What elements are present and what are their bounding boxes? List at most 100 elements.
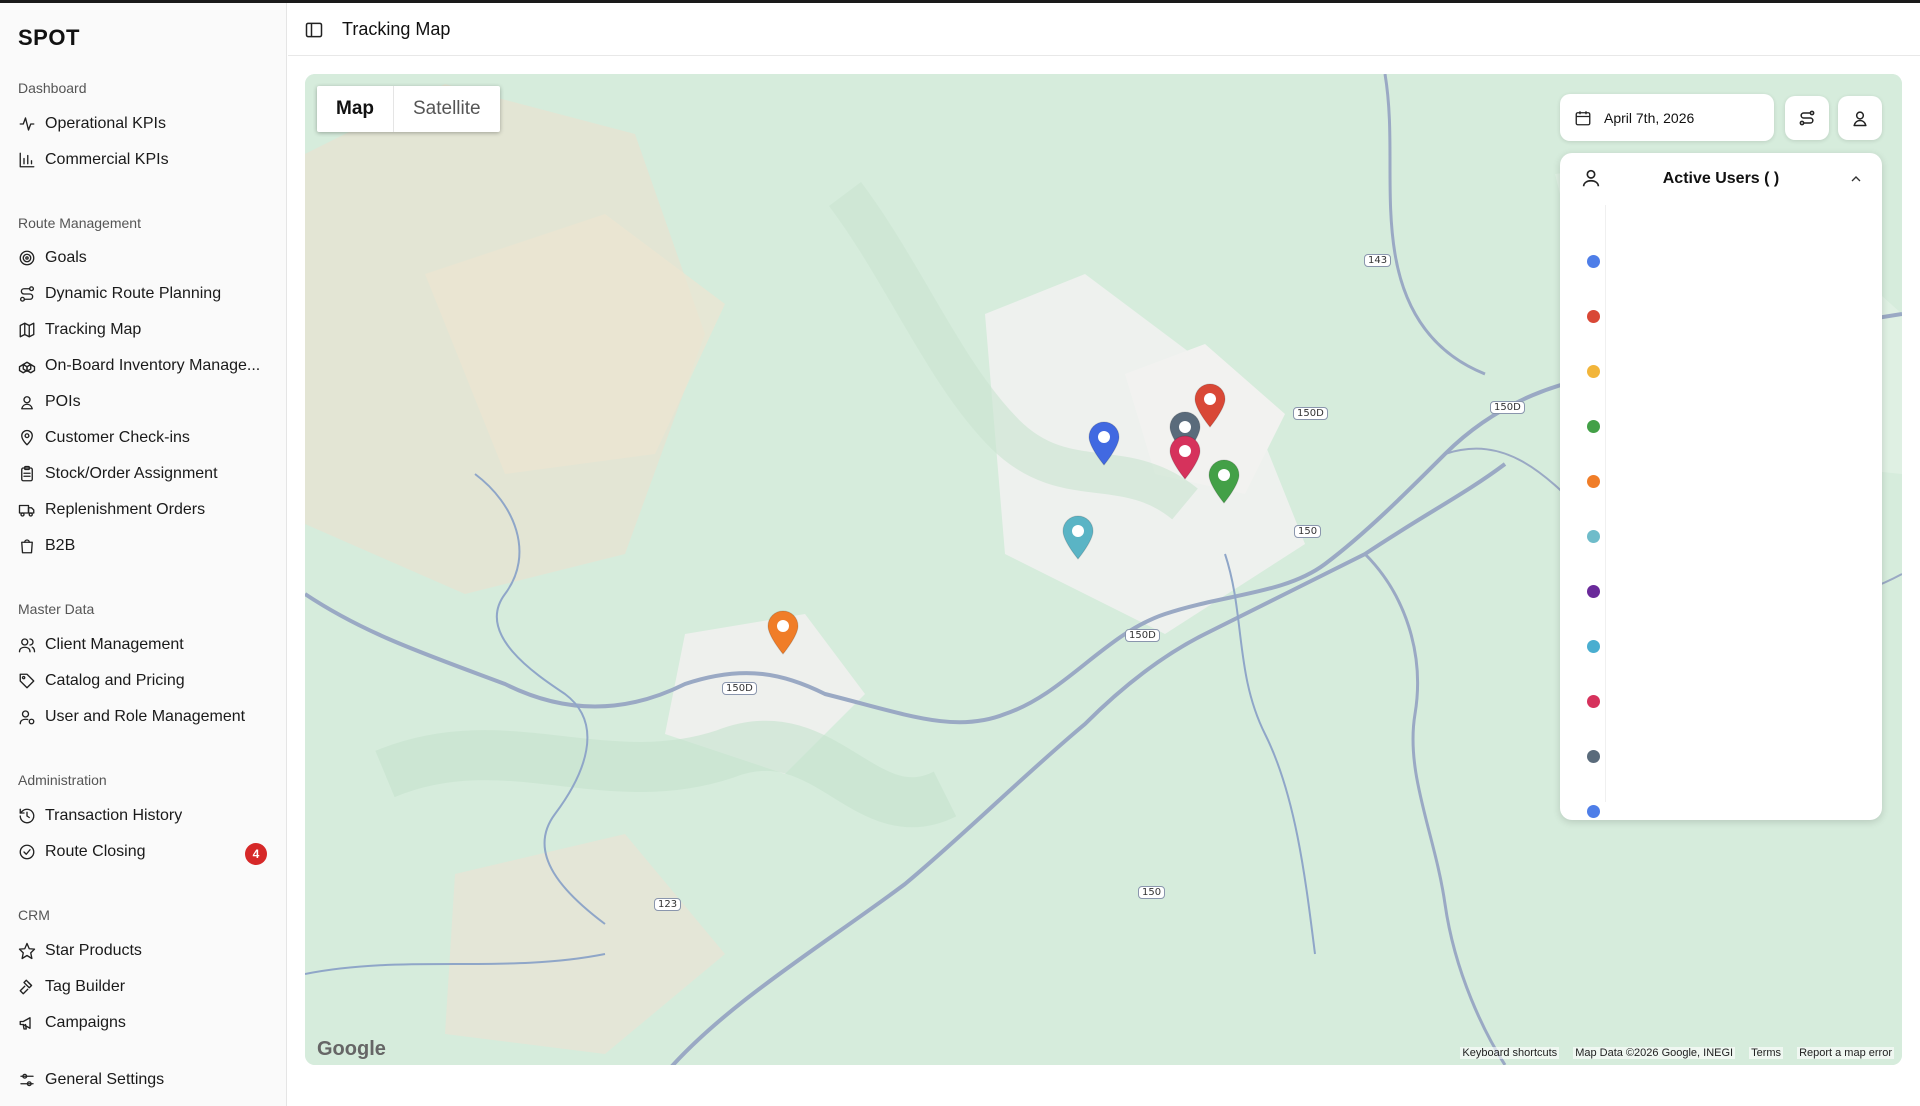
- active-users-header[interactable]: Active Users ( ): [1560, 153, 1882, 205]
- map-type-map-button[interactable]: Map: [317, 86, 394, 132]
- sidebar-item-general-settings[interactable]: General Settings: [8, 1063, 279, 1097]
- map-pin-icon[interactable]: [1207, 458, 1241, 504]
- road-shield-label: 150D: [1293, 407, 1328, 420]
- user-color-dot: [1587, 530, 1600, 543]
- user-color-dot: [1587, 365, 1600, 378]
- chevron-up-icon[interactable]: [1848, 171, 1864, 187]
- check-circle-icon: [18, 843, 36, 861]
- route-icon: [18, 285, 36, 303]
- user-location-button[interactable]: [1838, 96, 1882, 140]
- truck-icon: [18, 501, 36, 519]
- sidebar-item-label: Operational KPIs: [45, 115, 166, 132]
- page-header: Tracking Map: [288, 3, 1920, 56]
- section-dashboard: Dashboard: [18, 80, 87, 96]
- user-color-dot: [1587, 255, 1600, 268]
- user-color-dot: [1587, 585, 1600, 598]
- sidebar-item-label: On-Board Inventory Manage...: [45, 357, 261, 374]
- target-icon: [18, 249, 36, 267]
- sidebar-item-star-products[interactable]: Star Products: [8, 934, 279, 968]
- user-color-dot: [1587, 750, 1600, 763]
- route-filter-button[interactable]: [1785, 96, 1829, 140]
- clipboard-icon: [18, 465, 36, 483]
- active-users-panel: Active Users ( ): [1560, 153, 1882, 820]
- hammer-icon: [18, 978, 36, 996]
- sidebar-item-transaction-history[interactable]: Transaction History: [8, 799, 279, 833]
- road-shield-label: 150: [1294, 525, 1322, 538]
- user-color-dot: [1587, 475, 1600, 488]
- sidebar-item-label: Campaigns: [45, 1014, 126, 1031]
- route-icon: [1799, 110, 1815, 126]
- sidebar-item-stock-order-assignment[interactable]: Stock/Order Assignment: [8, 457, 279, 491]
- sidebar-item-label: Catalog and Pricing: [45, 672, 185, 689]
- road-shield-label: 150D: [1490, 401, 1525, 414]
- sidebar-item-b2b[interactable]: B2B: [8, 529, 279, 563]
- user-cog-icon: [18, 708, 36, 726]
- sidebar-item-pois[interactable]: POIs: [8, 385, 279, 419]
- map-attribution: Keyboard shortcuts Map Data ©2026 Google…: [1460, 1047, 1894, 1059]
- bar-chart-icon: [18, 151, 36, 169]
- sidebar-item-label: B2B: [45, 537, 76, 554]
- sidebar-item-label: Route Closing: [45, 843, 146, 860]
- sidebar-item-tag-builder[interactable]: Tag Builder: [8, 970, 279, 1004]
- user-pin-icon: [1853, 111, 1867, 127]
- map-data-text: Map Data ©2026 Google, INEGI: [1573, 1047, 1736, 1059]
- sidebar-item-goals[interactable]: Goals: [8, 241, 279, 275]
- section-master-data: Master Data: [18, 601, 95, 617]
- tracking-map[interactable]: 143 150D 150D 150 150D 150D 150 123 Map Satelli…: [305, 74, 1902, 1065]
- user-color-dot: [1587, 310, 1600, 323]
- map-type-satellite-button[interactable]: Satellite: [394, 86, 500, 132]
- megaphone-icon: [18, 1014, 36, 1032]
- sidebar-item-label: User and Role Management: [45, 708, 246, 725]
- tag-icon: [18, 672, 36, 690]
- user-color-dot: [1587, 695, 1600, 708]
- keyboard-shortcuts-link[interactable]: Keyboard shortcuts: [1460, 1047, 1560, 1059]
- sidebar-item-label: Customer Check-ins: [45, 429, 190, 446]
- page-title: Tracking Map: [342, 19, 451, 39]
- sidebar-item-user-role-management[interactable]: User and Role Management: [8, 700, 279, 734]
- sidebar-item-label: Tag Builder: [45, 978, 126, 995]
- sidebar-item-commercial-kpis[interactable]: Commercial KPIs: [8, 143, 279, 177]
- sidebar-item-label: Tracking Map: [45, 321, 142, 338]
- terms-link[interactable]: Terms: [1749, 1047, 1784, 1059]
- sidebar-item-catalog-and-pricing[interactable]: Catalog and Pricing: [8, 664, 279, 698]
- date-picker[interactable]: April 7th, 2026: [1560, 94, 1774, 141]
- sidebar-item-tracking-map[interactable]: Tracking Map: [8, 313, 279, 347]
- sidebar-toggle-icon[interactable]: [304, 20, 324, 40]
- sidebar-item-client-management[interactable]: Client Management: [8, 628, 279, 662]
- sidebar-item-replenishment-orders[interactable]: Replenishment Orders: [8, 493, 279, 527]
- sidebar-item-label: Dynamic Route Planning: [45, 285, 222, 302]
- brand-logo[interactable]: SPOT: [18, 25, 80, 51]
- settings-icon: [18, 1071, 36, 1089]
- user-color-dot: [1587, 420, 1600, 433]
- map-pin-icon[interactable]: [1168, 434, 1202, 480]
- map-pin-icon[interactable]: [1061, 514, 1095, 560]
- active-users-title: Active Users ( ): [1662, 170, 1780, 187]
- sidebar-item-route-closing[interactable]: Route Closing 4: [8, 835, 279, 869]
- sidebar-item-operational-kpis[interactable]: Operational KPIs: [8, 107, 279, 141]
- sidebar-item-campaigns[interactable]: Campaigns: [8, 1006, 279, 1040]
- sidebar-item-on-board-inventory[interactable]: On-Board Inventory Manage...: [8, 349, 279, 383]
- sidebar-item-dynamic-route-planning[interactable]: Dynamic Route Planning: [8, 277, 279, 311]
- history-icon: [18, 807, 36, 825]
- map-pin-icon[interactable]: [1087, 420, 1121, 466]
- road-shield-label: 150D: [1125, 629, 1160, 642]
- map-pin-icon: [18, 429, 36, 447]
- boxes-icon: [18, 357, 36, 375]
- section-administration: Administration: [18, 772, 107, 788]
- road-shield-label: 143: [1364, 254, 1392, 267]
- road-shield-label: 150: [1138, 886, 1166, 899]
- star-icon: [18, 942, 36, 960]
- active-users-list: [1605, 205, 1864, 802]
- user-pin-icon: [18, 393, 36, 411]
- report-map-error-link[interactable]: Report a map error: [1797, 1047, 1894, 1059]
- section-route-management: Route Management: [18, 215, 141, 231]
- road-shield-label: 150D: [722, 682, 757, 695]
- map-pin-icon[interactable]: [766, 609, 800, 655]
- road-shield-label: 123: [654, 898, 682, 911]
- sidebar-item-label: Star Products: [45, 942, 142, 959]
- sidebar-item-customer-check-ins[interactable]: Customer Check-ins: [8, 421, 279, 455]
- map-type-toggle: Map Satellite: [317, 86, 500, 132]
- user-color-dot: [1587, 805, 1600, 818]
- calendar-icon: [1575, 110, 1591, 125]
- sidebar-item-label: Commercial KPIs: [45, 151, 169, 168]
